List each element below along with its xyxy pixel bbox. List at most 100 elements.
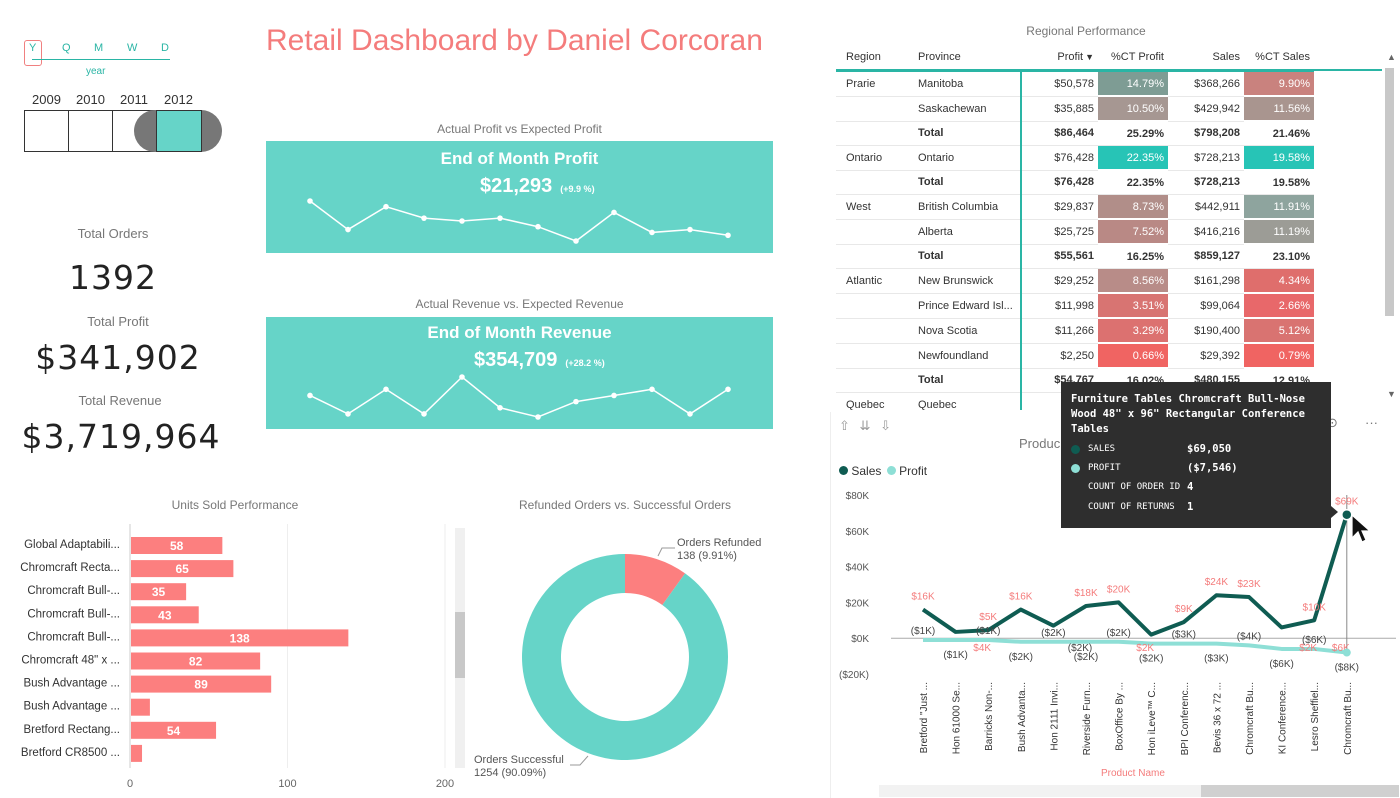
legend-sales-label[interactable]: Sales xyxy=(851,464,881,478)
data-label: ($4K) xyxy=(1237,631,1261,642)
cell-ct-profit: 14.79% xyxy=(1098,71,1168,97)
revenue-kpi-card[interactable]: End of Month Revenue $354,709 (+28.2 %) xyxy=(266,317,773,429)
trend-point xyxy=(459,218,465,224)
cell-sales: $368,266 xyxy=(1168,71,1244,97)
cell-profit: $76,428 xyxy=(1022,170,1098,195)
leader-line xyxy=(657,547,675,557)
table-total-row[interactable]: Total $55,561 16.25% $859,127 23.10% xyxy=(836,244,1314,269)
cell-province: Newfoundland xyxy=(910,343,1022,369)
cell-profit: $11,266 xyxy=(1022,318,1098,344)
category-label: Chromcraft Bull-... xyxy=(27,585,120,597)
cell-profit: $29,252 xyxy=(1022,268,1098,294)
trend-point xyxy=(421,215,427,221)
drill-down-icon[interactable]: ⇊ xyxy=(860,418,874,433)
level-quarter[interactable]: Q xyxy=(62,42,71,54)
table-row[interactable]: West British Columbia $29,837 8.73% $442,911… xyxy=(836,194,1314,220)
product-line-chart[interactable]: $80K $60K $40K $20K $0K ($20K) Bretford "Just … xyxy=(831,482,1400,798)
table-row[interactable]: Prince Edward Isl... $11,998 3.51% $99,064 2… xyxy=(836,293,1314,319)
table-row[interactable]: Ontario Ontario $76,428 22.35% $728,213 19.58… xyxy=(836,145,1314,171)
level-day[interactable]: D xyxy=(161,42,169,54)
data-label: ($2K) xyxy=(1068,643,1092,654)
y-tick-label: $80K xyxy=(846,491,870,502)
col-header-profit-label: Profit xyxy=(1057,51,1084,63)
data-label: $20K xyxy=(1107,584,1131,595)
tooltip-sales-value: $69,050 xyxy=(1187,443,1232,455)
cell-sales: $429,942 xyxy=(1168,96,1244,122)
x-tick-label: BoxOffice By ... xyxy=(1115,682,1126,751)
regional-table[interactable]: Region Province Profit ▼ %CT Profit Sales… xyxy=(836,44,1314,410)
scroll-up-icon[interactable]: ▲ xyxy=(1387,52,1396,62)
units-chart-scroll-thumb[interactable] xyxy=(455,612,465,678)
expand-level-icon[interactable]: ⇩ xyxy=(880,418,894,433)
col-header-profit[interactable]: Profit ▼ xyxy=(1022,44,1098,71)
cell-province: New Brunswick xyxy=(910,268,1022,294)
product-chart-hscroll-thumb[interactable] xyxy=(1201,785,1399,797)
trend-point xyxy=(687,411,693,417)
drill-icons[interactable]: ⇧ ⇊ ⇩ xyxy=(839,418,894,434)
cell-province: Manitoba xyxy=(910,71,1022,97)
col-header-ct-profit[interactable]: %CT Profit xyxy=(1098,44,1168,71)
col-header-province[interactable]: Province xyxy=(910,44,1022,71)
col-header-ct-sales[interactable]: %CT Sales xyxy=(1244,44,1314,71)
x-tick-label: 100 xyxy=(278,778,296,790)
refunds-donut-chart[interactable]: Orders Refunded138 (9.91%) Orders Success… xyxy=(470,520,810,798)
tooltip-returns-label: COUNT OF RETURNS xyxy=(1088,502,1175,512)
donut-slice[interactable] xyxy=(522,554,728,760)
table-row[interactable]: Alberta $25,725 7.52% $416,216 11.19% xyxy=(836,219,1314,245)
level-caption: year xyxy=(86,66,106,77)
profit-kpi-card[interactable]: End of Month Profit $21,293 (+9.9 %) xyxy=(266,141,773,253)
cell-region: Ontario xyxy=(836,145,910,171)
trend-point xyxy=(383,386,389,393)
units-chart-scrollbar[interactable] xyxy=(455,528,465,768)
year-cell-2010[interactable] xyxy=(68,110,113,152)
col-header-region[interactable]: Region xyxy=(836,44,910,71)
year-timeline[interactable] xyxy=(24,110,222,152)
x-tick-label: Lesro Sheffiel... xyxy=(1310,682,1321,751)
legend-profit-label[interactable]: Profit xyxy=(899,464,927,478)
bar[interactable] xyxy=(131,698,150,716)
year-cell-2012-selected[interactable] xyxy=(156,110,202,152)
more-options-icon[interactable]: ··· xyxy=(1365,415,1378,430)
table-row[interactable]: Newfoundland $2,250 0.66% $29,392 0.79% xyxy=(836,343,1314,369)
profit-trend-sparkline xyxy=(307,198,731,244)
cell-profit: $25,725 xyxy=(1022,219,1098,245)
regional-scroll-thumb[interactable] xyxy=(1385,68,1394,316)
cell-profit: $76,428 xyxy=(1022,145,1098,171)
legend-profit-swatch xyxy=(886,466,896,475)
table-total-row[interactable]: Total $86,464 25.29% $798,208 21.46% xyxy=(836,121,1314,146)
level-year[interactable]: Y xyxy=(29,42,36,54)
table-total-row[interactable]: Total $76,428 22.35% $728,213 19.58% xyxy=(836,170,1314,195)
drill-up-icon[interactable]: ⇧ xyxy=(839,418,853,433)
cell-ct-profit: 10.50% xyxy=(1098,96,1168,122)
product-chart-legend[interactable]: Sales Profit xyxy=(839,464,927,478)
col-header-sales[interactable]: Sales xyxy=(1168,44,1244,71)
data-label: $16K xyxy=(1009,592,1033,603)
product-chart-hscroll[interactable] xyxy=(879,785,1399,797)
x-axis-title: Product Name xyxy=(1101,768,1165,779)
year-cell-2009[interactable] xyxy=(24,110,69,152)
time-level-slicer[interactable]: Y Q M W D year xyxy=(24,40,174,80)
level-week[interactable]: W xyxy=(127,42,137,54)
scroll-down-icon[interactable]: ▼ xyxy=(1387,389,1396,399)
tooltip-sales-swatch xyxy=(1071,445,1080,454)
bar[interactable] xyxy=(131,744,143,762)
table-row[interactable]: Saskachewan $35,885 10.50% $429,942 11.56% xyxy=(836,96,1314,122)
revenue-card-change: (+28.2 %) xyxy=(565,358,605,368)
table-row[interactable]: Nova Scotia $11,266 3.29% $190,400 5.12% xyxy=(836,318,1314,344)
regional-scrollbar[interactable]: ▲ ▼ xyxy=(1383,44,1400,410)
trend-point xyxy=(573,238,579,244)
cell-ct-profit: 16.25% xyxy=(1098,244,1168,269)
highlighted-point[interactable] xyxy=(1342,648,1351,657)
total-profit-label: Total Profit xyxy=(87,314,149,329)
units-sold-chart[interactable]: 0 100 200 Global Adaptabili... 58 Chromcraft … xyxy=(0,520,470,798)
cell-profit: $29,837 xyxy=(1022,194,1098,220)
table-row[interactable]: Atlantic New Brunswick $29,252 8.56% $161,29… xyxy=(836,268,1314,294)
table-row[interactable]: Prarie Manitoba $50,578 14.79% $368,266 9.90% xyxy=(836,71,1314,97)
level-axis-line xyxy=(32,59,170,60)
x-tick-label: Bretford "Just ... xyxy=(919,682,930,753)
regional-table-container[interactable]: Region Province Profit ▼ %CT Profit Sales… xyxy=(836,44,1382,410)
cell-sales: $29,392 xyxy=(1168,343,1244,369)
cell-sales: $728,213 xyxy=(1168,170,1244,195)
level-month[interactable]: M xyxy=(94,42,103,54)
slice-label: Orders Refunded xyxy=(677,537,761,549)
